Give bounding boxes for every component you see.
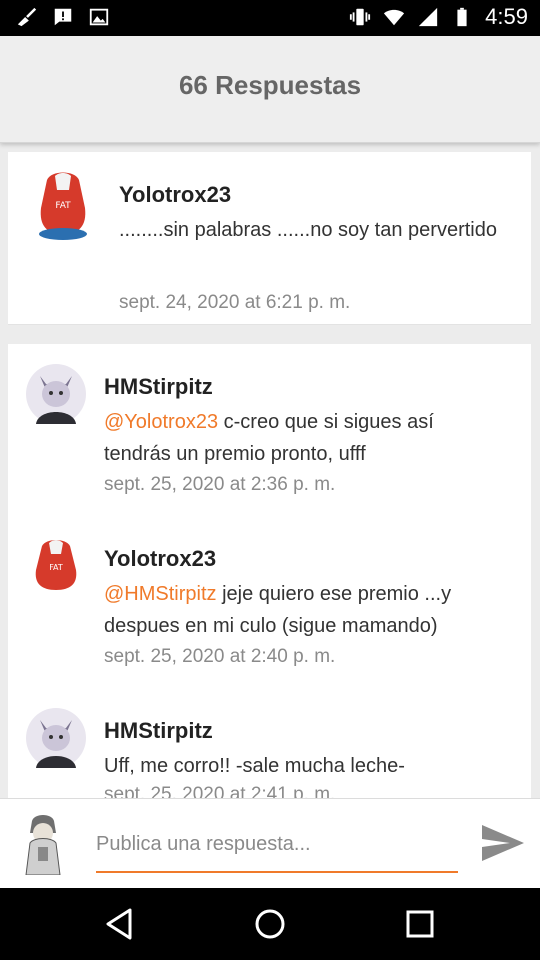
broom-icon xyxy=(17,7,37,27)
send-icon[interactable] xyxy=(478,821,526,865)
mention-link[interactable]: @Yolotrox23 xyxy=(104,411,218,433)
reply-composer: Publica una respuesta... xyxy=(0,798,540,889)
red-hoodie-avatar[interactable]: FAT xyxy=(26,536,86,596)
comment-body: Uff, me corro!! -sale mucha leche- xyxy=(104,755,405,777)
status-left-icons xyxy=(16,6,110,28)
comment-timestamp: sept. 25, 2020 at 2:36 p. m. xyxy=(104,474,336,495)
wolf-avatar[interactable] xyxy=(26,708,86,768)
user-avatar[interactable] xyxy=(14,811,72,875)
mention-link[interactable]: @HMStirpitz xyxy=(104,583,217,605)
comment-author[interactable]: HMStirpitz xyxy=(104,718,213,744)
comment-item: HMStirpitz @Yolotrox23 c-creo que si sig… xyxy=(8,344,531,517)
comment-body: ........sin palabras ......no soy tan pe… xyxy=(119,219,497,241)
status-time: 4:59 xyxy=(485,4,528,29)
alert-message-icon xyxy=(54,8,72,26)
svg-text:FAT: FAT xyxy=(55,201,71,211)
comment-item: FAT Yolotrox23 ........sin palabras ....… xyxy=(8,152,531,325)
recents-icon[interactable] xyxy=(402,906,438,942)
comment-text: Uff, me corro!! -sale mucha leche- xyxy=(104,750,504,782)
wolf-avatar[interactable] xyxy=(26,364,86,424)
page-title: 66 Respuestas xyxy=(178,70,362,100)
status-bar: 4:59 xyxy=(0,0,540,36)
system-nav-bar xyxy=(0,888,540,960)
comment-item: HMStirpitz Uff, me corro!! -sale mucha l… xyxy=(8,688,531,798)
vibrate-icon xyxy=(350,8,371,26)
image-icon xyxy=(89,8,109,26)
comment-text: @Yolotrox23 c-creo que si sigues así ten… xyxy=(104,406,504,470)
comment-author[interactable]: Yolotrox23 xyxy=(119,182,231,208)
replies-list[interactable]: FAT Yolotrox23 ........sin palabras ....… xyxy=(0,142,540,798)
wifi-icon xyxy=(384,9,405,26)
svg-text:FAT: FAT xyxy=(49,563,63,572)
comment-timestamp: sept. 24, 2020 at 6:21 p. m. xyxy=(119,292,351,313)
comment-text: ........sin palabras ......no soy tan pe… xyxy=(119,214,499,246)
comment-text: @HMStirpitz jeje quiero ese premio ...y … xyxy=(104,578,504,642)
comment-author[interactable]: HMStirpitz xyxy=(104,374,213,400)
signal-icon xyxy=(419,7,438,27)
comment-timestamp: sept. 25, 2020 at 2:41 p. m. xyxy=(104,784,336,798)
replies-header: 66 Respuestas xyxy=(0,36,540,143)
comment-timestamp: sept. 25, 2020 at 2:40 p. m. xyxy=(104,646,336,667)
comment-item: FAT Yolotrox23 @HMStirpitz jeje quiero e… xyxy=(8,516,531,689)
comment-author[interactable]: Yolotrox23 xyxy=(104,546,216,572)
home-icon[interactable] xyxy=(252,906,288,942)
battery-icon xyxy=(457,7,467,27)
status-right-icons: 4:59 xyxy=(349,4,528,30)
red-hoodie-avatar[interactable]: FAT xyxy=(32,168,94,248)
reply-input[interactable]: Publica una respuesta... xyxy=(96,825,458,873)
back-icon[interactable] xyxy=(102,906,138,942)
